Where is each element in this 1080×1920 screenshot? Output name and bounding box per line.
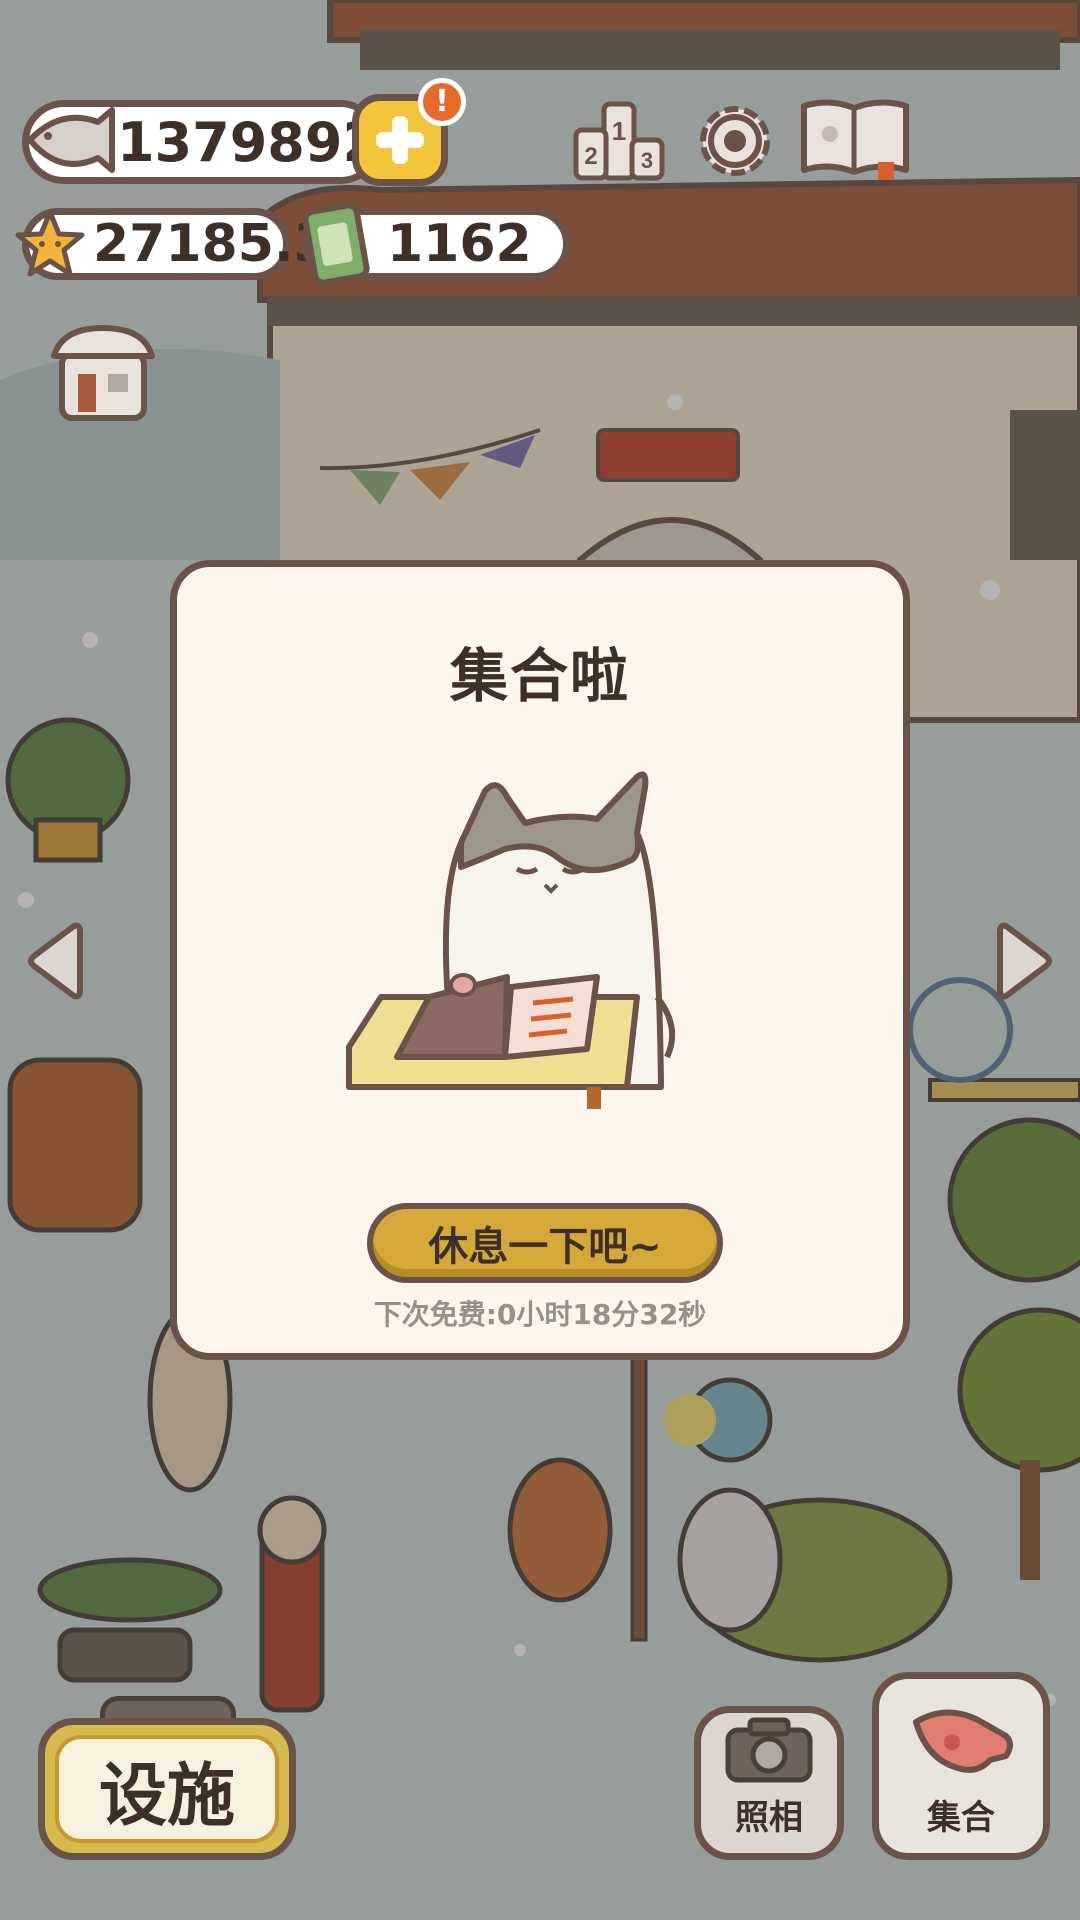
- shop-button[interactable]: [48, 320, 158, 424]
- card-count: 1162: [387, 214, 532, 274]
- podium-digit-3: 3: [641, 148, 653, 173]
- alert-badge: !: [418, 78, 466, 126]
- star-count: 27185.3: [93, 214, 330, 274]
- rest-button-label: 休息一下吧~: [428, 1224, 662, 1270]
- gather-button-label: 集合: [927, 1798, 995, 1838]
- book-icon: [801, 99, 909, 180]
- rest-button[interactable]: 休息一下吧~: [367, 1203, 723, 1283]
- dialog-title: 集合啦: [449, 642, 630, 710]
- cat-reading-illustration: [346, 771, 676, 1109]
- gather-button[interactable]: 集合: [872, 1672, 1050, 1860]
- scroll-right-arrow[interactable]: [994, 916, 1058, 1006]
- leaderboard-button[interactable]: 1 2 3: [570, 96, 668, 184]
- photo-button[interactable]: 照相: [694, 1706, 844, 1860]
- plus-icon: [376, 116, 424, 164]
- camera-icon: [725, 1717, 813, 1783]
- photo-button-label: 照相: [735, 1798, 803, 1838]
- free-timer-text: 下次免费:0小时18分32秒: [373, 1298, 707, 1331]
- gear-icon: [700, 106, 770, 176]
- facility-button[interactable]: 设施: [38, 1718, 296, 1860]
- podium-icon: 1 2 3: [573, 101, 665, 181]
- cat-book-button[interactable]: [796, 92, 914, 182]
- facility-label: 设施: [55, 1735, 279, 1843]
- podium-digit-2: 2: [584, 143, 597, 170]
- gather-dialog: 集合啦 休息一下吧~ 下次免费:0小时18分32秒: [170, 560, 910, 1360]
- settings-button[interactable]: [690, 96, 780, 186]
- card-icon: [302, 202, 370, 286]
- shop-icon: [51, 325, 155, 421]
- star-icon: [15, 209, 85, 277]
- whistle-icon: [913, 1709, 1013, 1773]
- fish-icon: [27, 107, 115, 173]
- podium-digit-1: 1: [612, 116, 626, 146]
- scroll-left-arrow[interactable]: [22, 916, 86, 1006]
